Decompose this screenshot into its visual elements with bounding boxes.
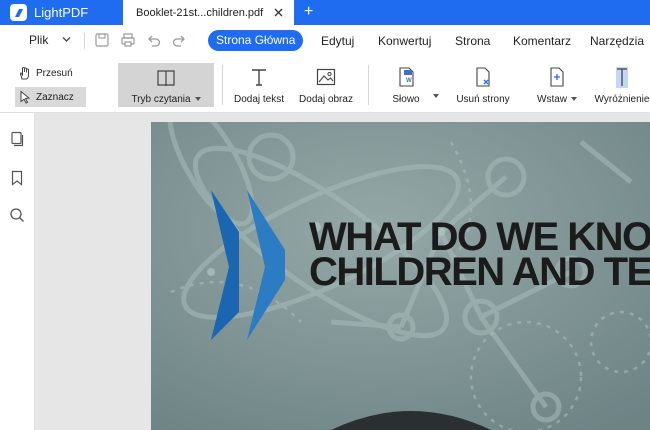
file-menu[interactable]: Plik [29, 33, 48, 47]
select-tool-button[interactable]: Zaznacz [15, 87, 86, 107]
document-tab[interactable]: Booklet-21st...children.pdf [123, 0, 294, 25]
bookmark-icon[interactable] [9, 170, 25, 186]
delete-page-icon [476, 67, 490, 87]
chevron-down-icon[interactable] [194, 97, 201, 102]
divider [84, 33, 85, 49]
reading-mode-button[interactable]: Tryb czytania [118, 63, 214, 107]
book-icon [157, 70, 175, 87]
word-icon: W [399, 67, 414, 87]
divider [368, 65, 369, 105]
add-text-label: Dodaj tekst [233, 94, 285, 105]
title-bar: LightPDF Booklet-21st...children.pdf + [0, 0, 650, 25]
save-icon[interactable] [94, 32, 110, 48]
image-icon [316, 68, 336, 86]
to-word-button[interactable]: W Słowo [386, 57, 426, 113]
pdf-page[interactable]: WHAT DO WE KNOW CHILDREN AND TE [151, 122, 650, 430]
app-name: LightPDF [34, 5, 89, 20]
app-logo: LightPDF [10, 3, 88, 22]
left-sidebar [0, 113, 35, 430]
chevron-down-icon[interactable] [571, 97, 577, 102]
cursor-icon [20, 90, 31, 104]
reading-mode-label: Tryb czytania [131, 94, 191, 105]
redo-icon[interactable] [171, 32, 187, 48]
chevron-down-icon[interactable] [433, 94, 439, 98]
search-icon[interactable] [9, 207, 25, 223]
tab-convert[interactable]: Konwertuj [378, 34, 431, 48]
add-text-button[interactable]: Dodaj tekst [232, 57, 286, 113]
cover-headline: WHAT DO WE KNOW CHILDREN AND TE [309, 217, 650, 294]
divider [222, 65, 223, 105]
undo-icon[interactable] [146, 32, 162, 48]
ribbon-toolbar: Przesuń Zaznacz Tryb czytania Dodaj teks… [0, 57, 650, 113]
tab-comment[interactable]: Komentarz [513, 34, 571, 48]
close-icon[interactable] [273, 7, 284, 18]
highlight-label: Wyróżnienie [594, 94, 650, 105]
tab-home[interactable]: Strona Główna [208, 30, 304, 51]
delete-pages-button[interactable]: Usuń strony [452, 57, 514, 113]
chevron-down-icon[interactable] [62, 36, 71, 43]
document-tab-label: Booklet-21st...children.pdf [136, 6, 264, 19]
new-tab-button[interactable]: + [304, 4, 313, 20]
select-tool-label: Zaznacz [36, 91, 74, 103]
pan-tool-button[interactable]: Przesuń [15, 63, 86, 83]
to-word-label: Słowo [392, 94, 420, 105]
highlight-button[interactable]: Wyróżnienie [592, 57, 650, 113]
svg-text:W: W [406, 78, 412, 84]
insert-page-label: Wstaw [537, 94, 567, 105]
pages-icon[interactable] [9, 131, 25, 147]
text-icon [252, 69, 266, 86]
pan-tool-label: Przesuń [36, 67, 73, 79]
add-image-label: Dodaj obraz [299, 94, 353, 105]
print-icon[interactable] [120, 32, 136, 48]
menu-bar: Plik Strona Główna Edytuj Konwertuj Stro… [0, 25, 650, 57]
delete-pages-label: Usuń strony [456, 94, 510, 105]
tab-tools[interactable]: Narzędzia [590, 34, 644, 48]
headline-line-2: CHILDREN AND TE [309, 250, 650, 294]
tab-page[interactable]: Strona [455, 34, 490, 48]
insert-page-icon [550, 67, 564, 87]
add-image-button[interactable]: Dodaj obraz [297, 57, 355, 113]
hand-icon [19, 66, 29, 80]
insert-page-button[interactable]: Wstaw [535, 57, 579, 113]
lightpdf-logo-icon [10, 4, 27, 21]
highlight-icon [616, 67, 628, 88]
tab-edit[interactable]: Edytuj [321, 34, 354, 48]
